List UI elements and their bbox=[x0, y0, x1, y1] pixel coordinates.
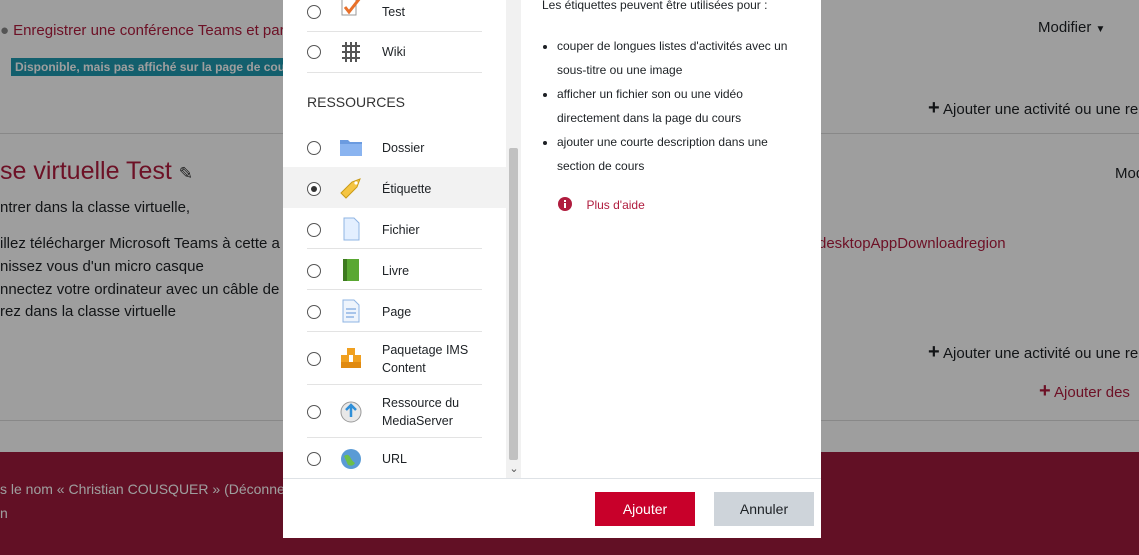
info-icon bbox=[558, 197, 572, 211]
resources-heading: RESSOURCES bbox=[307, 94, 406, 110]
help-bullet: ajouter une courte description dans une … bbox=[557, 130, 797, 178]
list-divider bbox=[307, 72, 482, 73]
radio-dossier[interactable] bbox=[307, 141, 321, 155]
book-icon bbox=[343, 259, 359, 281]
option-label: Page bbox=[382, 305, 412, 319]
radio-url[interactable] bbox=[307, 452, 321, 466]
quiz-icon bbox=[341, 0, 361, 16]
option-ims-package[interactable]: Paquetage IMS Content bbox=[283, 332, 506, 384]
radio-livre[interactable] bbox=[307, 264, 321, 278]
option-label: Paquetage IMS Content bbox=[382, 343, 469, 375]
option-livre[interactable]: Livre bbox=[283, 249, 506, 290]
option-page[interactable]: Page bbox=[283, 290, 506, 331]
label-icon bbox=[340, 178, 361, 199]
option-fichier[interactable]: Fichier bbox=[283, 208, 506, 249]
scrollbar-thumb[interactable] bbox=[509, 148, 518, 460]
ims-package-icon bbox=[341, 348, 361, 368]
option-url[interactable]: URL bbox=[283, 438, 506, 478]
option-mediaserver[interactable]: Ressource du MediaServer bbox=[283, 385, 506, 437]
radio-test[interactable] bbox=[307, 5, 321, 19]
radio-fichier[interactable] bbox=[307, 223, 321, 237]
folder-icon bbox=[340, 140, 362, 156]
option-label: Ressource du MediaServer bbox=[382, 396, 460, 428]
help-intro: Les étiquettes peuvent être utilisées po… bbox=[542, 0, 768, 12]
option-dossier[interactable]: Dossier bbox=[283, 126, 506, 167]
wiki-icon bbox=[342, 42, 360, 62]
option-wiki[interactable]: Wiki bbox=[283, 32, 506, 73]
radio-ims-package[interactable] bbox=[307, 352, 321, 366]
option-label: Dossier bbox=[382, 141, 425, 155]
radio-page[interactable] bbox=[307, 305, 321, 319]
page-icon bbox=[342, 299, 360, 323]
option-label: Fichier bbox=[382, 223, 420, 237]
option-label: Livre bbox=[382, 264, 410, 278]
option-label: Étiquette bbox=[382, 182, 432, 196]
module-list[interactable]: Test Wiki RESSOURCES Dossier Étiquette F… bbox=[283, 0, 506, 478]
option-label: URL bbox=[382, 452, 408, 466]
help-list: couper de longues listes d'activités ave… bbox=[537, 34, 797, 178]
option-test[interactable]: Test bbox=[283, 0, 506, 32]
add-button[interactable]: Ajouter bbox=[595, 492, 695, 526]
radio-mediaserver[interactable] bbox=[307, 405, 321, 419]
mediaserver-icon bbox=[340, 401, 362, 423]
modal-footer: Ajouter Annuler bbox=[283, 478, 821, 539]
help-bullet: couper de longues listes d'activités ave… bbox=[557, 34, 797, 82]
help-panel: Les étiquettes peuvent être utilisées po… bbox=[521, 0, 821, 478]
radio-etiquette[interactable] bbox=[307, 182, 321, 196]
radio-wiki[interactable] bbox=[307, 45, 321, 59]
scroll-down-arrow-icon[interactable]: ⌄ bbox=[507, 462, 521, 476]
option-label: Test bbox=[382, 5, 405, 19]
option-etiquette[interactable]: Étiquette bbox=[283, 167, 506, 208]
more-help-link[interactable]: Plus d'aide bbox=[558, 196, 645, 214]
url-icon bbox=[341, 449, 361, 469]
option-label: Wiki bbox=[382, 45, 406, 59]
activity-chooser-modal: Test Wiki RESSOURCES Dossier Étiquette F… bbox=[283, 0, 821, 538]
cancel-button[interactable]: Annuler bbox=[714, 492, 814, 526]
file-icon bbox=[343, 217, 360, 241]
help-bullet: afficher un fichier son ou une vidéo dir… bbox=[557, 82, 797, 130]
more-help-label: Plus d'aide bbox=[586, 198, 645, 212]
